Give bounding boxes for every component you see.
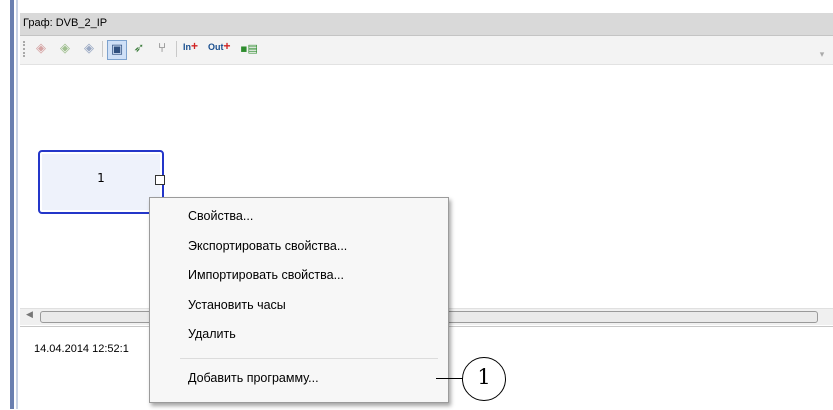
menu-item-properties[interactable]: Свойства...: [188, 209, 253, 223]
input-add-icon[interactable]: In+: [183, 39, 198, 53]
left-stripe-light: [16, 0, 18, 409]
window-title-bar: Граф: DVB_2_IP: [20, 13, 833, 36]
window-title: Граф: DVB_2_IP: [23, 17, 108, 29]
menu-item-set-clock[interactable]: Установить часы: [188, 298, 286, 312]
toolbar-grip[interactable]: [23, 41, 27, 57]
menu-item-import-properties[interactable]: Импортировать свойства...: [188, 268, 344, 282]
toolbar-separator: [176, 41, 177, 57]
callout-marker: 1: [462, 357, 506, 401]
graph-node-label: 1: [97, 171, 105, 185]
left-stripe: [10, 0, 14, 409]
scroll-left-icon[interactable]: ◀: [26, 310, 33, 320]
callout-number: 1: [477, 365, 491, 389]
node-add-icon[interactable]: ◈: [32, 40, 50, 58]
menu-item-delete[interactable]: Удалить: [188, 327, 236, 341]
node-copy-icon[interactable]: ◈: [80, 40, 98, 58]
menu-separator: [180, 358, 438, 359]
toolbar: ◈ ◈ ◈ ▣ ➶ ⑂ In+ Out+ ▪▤ ▾: [20, 36, 833, 65]
select-mode-icon[interactable]: ▣: [107, 40, 127, 60]
toolbar-overflow-icon[interactable]: ▾: [813, 46, 831, 64]
menu-item-export-properties[interactable]: Экспортировать свойства...: [188, 239, 347, 253]
node-edit-icon[interactable]: ◈: [56, 40, 74, 58]
left-border: [0, 0, 20, 409]
menu-item-add-program[interactable]: Добавить программу...: [188, 371, 319, 385]
toolbar-separator: [102, 41, 103, 57]
context-menu: Свойства... Экспортировать свойства... И…: [149, 197, 449, 403]
tree-icon[interactable]: ⑂: [153, 40, 171, 58]
connect-icon[interactable]: ➶: [130, 40, 148, 58]
output-add-label: Out: [208, 42, 224, 52]
output-add-icon[interactable]: Out+: [208, 39, 231, 53]
input-add-label: In: [183, 42, 191, 52]
node-output-port[interactable]: [155, 175, 165, 185]
log-line: 14.04.2014 12:52:1: [34, 343, 129, 355]
graph-node[interactable]: 1: [38, 150, 164, 214]
callout-line: [436, 378, 464, 379]
table-icon[interactable]: ▪▤: [240, 40, 258, 58]
